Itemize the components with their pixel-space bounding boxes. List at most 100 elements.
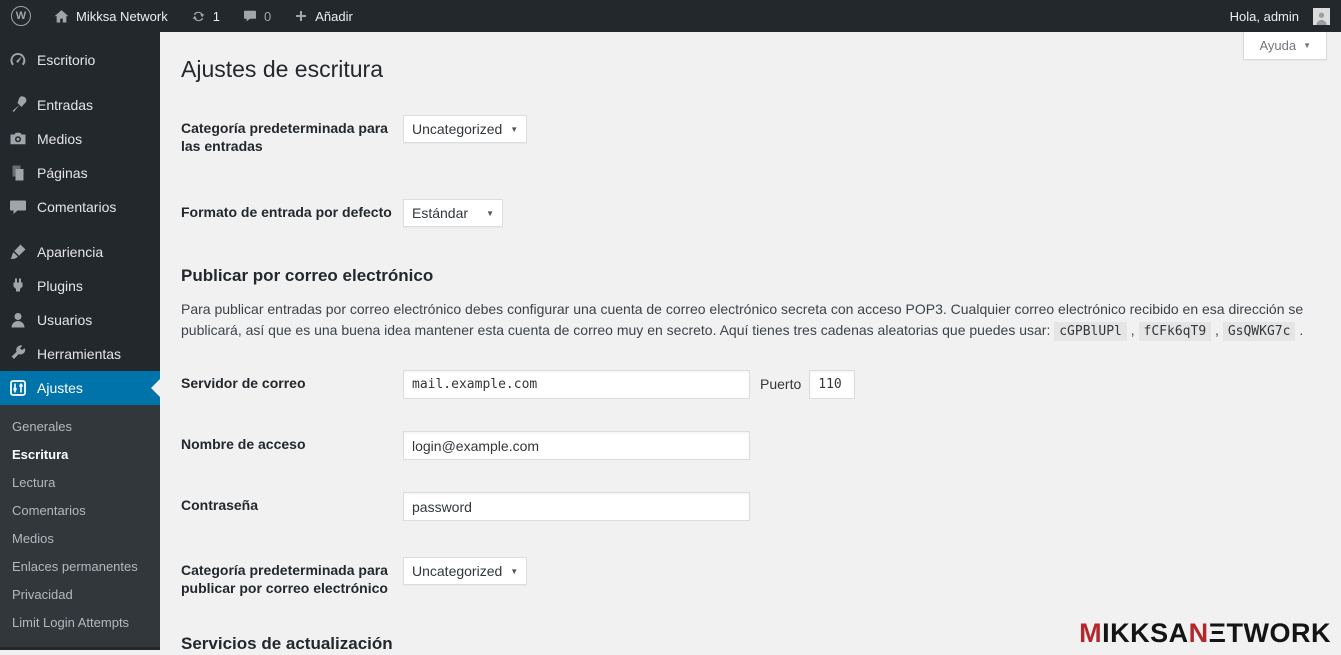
sidebar-item-label: Usuarios [37,312,93,328]
submenu-item-privacy[interactable]: Privacidad [0,581,160,609]
sidebar-item-dashboard[interactable]: Escritorio [0,43,160,77]
admin-bar: W Mikksa Network 1 0 Añadir Hola, admin [0,0,1341,32]
site-name-menu[interactable]: Mikksa Network [42,0,179,32]
sidebar-item-media[interactable]: Medios [0,122,160,156]
logo-part-ikksa: IKKSA [1102,618,1189,648]
person-icon [1316,12,1327,25]
account-menu[interactable]: Hola, admin [1219,0,1341,32]
default-format-label: Formato de entrada por defecto [181,204,392,220]
logo-part-n: N [1188,618,1209,648]
sidebar-item-label: Comentarios [37,199,117,215]
logo-part-m: M [1079,618,1103,648]
mail-login-input[interactable] [403,431,750,460]
mail-section-title: Publicar por correo electrónico [181,266,434,285]
default-category-label: Categoría predeterminada para las entrad… [181,120,388,154]
submenu-item-discussion[interactable]: Comentarios [0,497,160,525]
wrench-icon [11,345,26,359]
mail-port-label: Puerto [760,376,802,392]
default-category-value: Uncategorized [412,121,503,137]
mail-password-input[interactable] [403,492,750,521]
logo-part-etwork: ΞTWORK [1208,618,1331,648]
default-category-row: Categoría predeterminada para las entrad… [181,115,1316,155]
brush-icon [10,244,26,259]
separator: , [1215,321,1219,338]
add-new-label: Añadir [315,8,353,24]
sidebar-item-label: Apariencia [37,244,104,260]
home-icon [54,9,69,22]
dashboard-icon [10,52,26,66]
mikksa-network-logo: MIKKSANΞTWORK [1079,618,1331,649]
updates-menu[interactable]: 1 [179,0,231,32]
media-icon [10,132,26,145]
sidebar-item-plugins[interactable]: Plugins [0,269,160,303]
random-string-3: GsQWKG7c [1222,321,1296,341]
sidebar-item-label: Entradas [37,97,94,113]
sidebar-item-comments[interactable]: Comentarios [0,190,160,224]
mail-port-input[interactable] [809,370,856,399]
sidebar-item-label: Herramientas [37,346,122,362]
add-new-menu[interactable]: Añadir [282,0,364,32]
sidebar-item-label: Páginas [37,165,88,181]
random-string-1: cGPBlUPl [1054,321,1127,341]
mail-server-input[interactable] [403,370,750,399]
wordpress-logo-icon: W [11,6,31,26]
sidebar-item-label: Plugins [37,278,83,294]
settings-writing-page: Ayuda ▼ Ajustes de escritura Categoría p… [160,32,1341,653]
help-label: Ayuda [1259,38,1297,53]
submenu-item-reading[interactable]: Lectura [0,469,160,497]
mail-server-label: Servidor de correo [181,375,306,391]
comments-bubble-icon [243,10,256,22]
mail-category-select[interactable]: Uncategorized ▼ [403,557,528,585]
mail-category-label: Categoría predeterminada para publicar p… [181,562,388,596]
comments-menu[interactable]: 0 [231,0,282,32]
mail-server-row: Servidor de correo Puerto [181,370,1316,399]
default-category-select[interactable]: Uncategorized ▼ [403,115,528,143]
mail-category-row: Categoría predeterminada para publicar p… [181,557,1316,597]
pages-icon [12,165,24,181]
avatar [1313,7,1330,25]
chevron-down-icon: ▼ [510,124,519,134]
updates-count: 1 [212,8,220,24]
default-format-value: Estándar [412,205,469,221]
sidebar-item-appearance[interactable]: Apariencia [0,235,160,269]
chevron-down-icon: ▼ [486,208,494,218]
help-button[interactable]: Ayuda ▼ [1243,32,1327,60]
user-icon [11,313,25,328]
pin-icon [12,96,27,112]
comments-count: 0 [263,8,272,24]
sidebar-item-users[interactable]: Usuarios [0,303,160,337]
updates-icon [192,11,205,21]
mail-password-label: Contraseña [181,497,259,513]
admin-sidebar: Escritorio Entradas Medios Páginas Comen… [0,32,160,650]
submenu-item-writing[interactable]: Escritura [0,441,160,469]
mail-section-description: Para publicar entradas por correo electr… [181,299,1316,342]
default-format-select[interactable]: Estándar ▼ [403,199,503,227]
site-name: Mikksa Network [76,8,168,24]
mail-description-text: Para publicar entradas por correo electr… [181,301,1304,338]
random-string-2: fCFk6qT9 [1138,321,1212,341]
sidebar-item-settings[interactable]: Ajustes [0,371,160,405]
period: . [1299,321,1304,338]
plus-icon [296,11,307,21]
sidebar-item-label: Medios [37,131,83,147]
active-menu-notch [151,379,160,397]
mail-login-label: Nombre de acceso [181,436,306,452]
default-format-row: Formato de entrada por defecto Estándar … [181,199,1316,227]
wordpress-logo-menu[interactable]: W [0,0,42,32]
submenu-item-limit-login[interactable]: Limit Login Attempts [0,609,160,637]
comments-icon [10,200,26,214]
submenu-item-media[interactable]: Medios [0,525,160,553]
sidebar-item-pages[interactable]: Páginas [0,156,160,190]
separator: , [1130,321,1135,338]
page-title: Ajustes de escritura [181,56,383,82]
mail-login-row: Nombre de acceso [181,431,1316,460]
chevron-down-icon: ▼ [1303,41,1311,50]
mail-password-row: Contraseña [181,492,1316,521]
plugin-icon [13,278,23,292]
sidebar-item-label: Escritorio [37,52,96,68]
submenu-item-general[interactable]: Generales [0,413,160,441]
settings-submenu: Generales Escritura Lectura Comentarios … [0,405,160,647]
sidebar-item-tools[interactable]: Herramientas [0,337,160,371]
submenu-item-permalinks[interactable]: Enlaces permanentes [0,553,160,581]
sidebar-item-posts[interactable]: Entradas [0,88,160,122]
